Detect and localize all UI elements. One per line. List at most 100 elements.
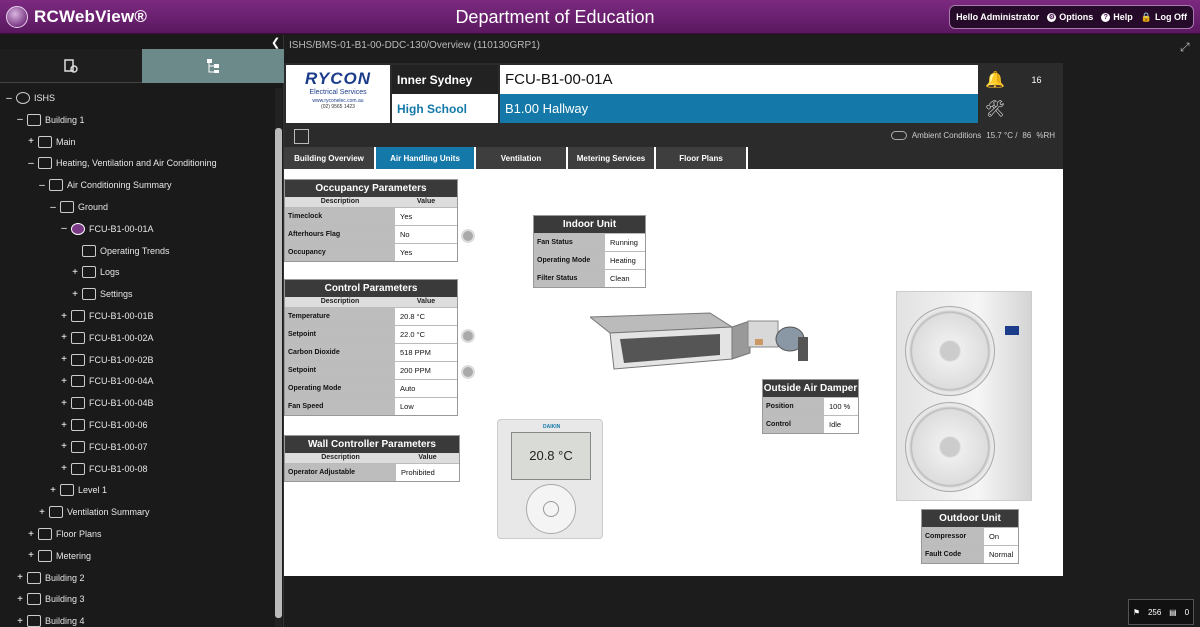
tree-node[interactable]: + FCU-B1-00-01B: [59, 306, 154, 326]
alarm-flag-icon[interactable]: ⚑: [1133, 608, 1140, 617]
parameter-value[interactable]: 518 PPM: [395, 344, 457, 361]
tree-node[interactable]: + Building 4: [15, 611, 85, 627]
co2-setpoint-knob[interactable]: [461, 365, 475, 379]
tree-node[interactable]: + FCU-B1-00-08: [59, 459, 148, 479]
company-subtitle: Electrical Services: [309, 89, 367, 96]
tree-node[interactable]: + FCU-B1-00-06: [59, 415, 148, 435]
tree-node[interactable]: + Metering: [26, 546, 91, 566]
tree-toggle[interactable]: +: [70, 289, 80, 300]
tree-toggle[interactable]: +: [59, 420, 69, 431]
tree-toggle[interactable]: +: [48, 485, 58, 496]
temperature-setpoint-knob[interactable]: [461, 329, 475, 343]
tree-node[interactable]: + FCU-B1-00-07: [59, 437, 148, 457]
parameter-value[interactable]: No: [395, 226, 457, 243]
help-link[interactable]: ? Help: [1101, 12, 1133, 22]
tree-node[interactable]: + FCU-B1-00-02A: [59, 328, 154, 348]
tree-node[interactable]: + Floor Plans: [26, 524, 102, 544]
tree-node[interactable]: + Settings: [70, 284, 133, 304]
controller-enter-button[interactable]: [543, 501, 559, 517]
calendar-icon[interactable]: [294, 129, 309, 144]
fullscreen-icon[interactable]: ⤢: [1180, 40, 1190, 55]
tree-node[interactable]: – Ground: [48, 197, 108, 217]
tree-toggle[interactable]: –: [37, 180, 47, 191]
tree-toggle[interactable]: +: [59, 398, 69, 409]
tree-node[interactable]: + FCU-B1-00-04B: [59, 393, 154, 413]
parameter-value[interactable]: 22.0 °C: [395, 326, 457, 343]
tree-node[interactable]: + Building 2: [15, 568, 85, 588]
wall-controller-image[interactable]: DAIKIN 20.8 °C: [497, 419, 603, 539]
logoff-link[interactable]: 🔒 Log Off: [1141, 12, 1187, 23]
tree-toggle[interactable]: +: [15, 572, 25, 583]
tree-toggle[interactable]: +: [26, 529, 36, 540]
tree-node[interactable]: + FCU-B1-00-04A: [59, 371, 154, 391]
tree-node[interactable]: + Building 3: [15, 589, 85, 609]
parameter-value[interactable]: 100 %: [824, 398, 858, 415]
tree-toggle[interactable]: +: [59, 332, 69, 343]
tree-toggle[interactable]: +: [70, 267, 80, 278]
alarm-bell-icon[interactable]: 🔔: [980, 65, 1010, 94]
parameter-value[interactable]: Clean: [605, 270, 645, 287]
tree-node[interactable]: – Building 1: [15, 110, 85, 130]
tab-building-overview[interactable]: Building Overview: [284, 147, 376, 169]
ambient-label: Ambient Conditions: [911, 131, 982, 140]
tree-toggle[interactable]: –: [26, 158, 36, 169]
tree-node[interactable]: – ISHS: [4, 88, 55, 108]
sidebar-tab-search[interactable]: [0, 49, 142, 83]
options-link[interactable]: ⚙ Options: [1047, 12, 1093, 22]
ambient-humidity-unit: %RH: [1036, 131, 1055, 140]
tree-toggle[interactable]: +: [15, 594, 25, 605]
tree-node[interactable]: – Heating, Ventilation and Air Conditioni…: [26, 153, 217, 173]
tree-toggle[interactable]: +: [26, 550, 36, 561]
tree-toggle[interactable]: +: [15, 616, 25, 627]
collapse-sidebar-button[interactable]: ❮: [271, 36, 280, 49]
parameter-value[interactable]: Yes: [395, 244, 457, 261]
tree-toggle[interactable]: –: [4, 93, 14, 104]
tree-node[interactable]: Operating Trends: [70, 241, 170, 261]
occupancy-override-knob[interactable]: [461, 229, 475, 243]
sidebar-tab-tree[interactable]: [142, 49, 284, 83]
tree-toggle[interactable]: –: [15, 114, 25, 125]
tree-toggle[interactable]: +: [59, 463, 69, 474]
scrollbar-thumb[interactable]: [275, 128, 282, 618]
alarm-count[interactable]: 16: [1012, 65, 1061, 94]
parameter-value[interactable]: Normal: [984, 546, 1018, 563]
tree-toggle[interactable]: –: [48, 202, 58, 213]
parameter-value[interactable]: Heating: [605, 252, 645, 269]
tools-icon[interactable]: 🛠: [980, 94, 1010, 123]
parameter-value[interactable]: Auto: [395, 380, 457, 397]
tab-ventilation[interactable]: Ventilation: [476, 147, 568, 169]
parameter-value[interactable]: On: [984, 528, 1018, 545]
tab-floor-plans[interactable]: Floor Plans: [656, 147, 748, 169]
tree-node[interactable]: + Level 1: [48, 480, 107, 500]
event-total[interactable]: 0: [1185, 608, 1189, 617]
sidebar-scrollbar[interactable]: [275, 88, 282, 627]
tree-toggle[interactable]: +: [37, 507, 47, 518]
tree-toggle[interactable]: +: [59, 376, 69, 387]
table-row: Timeclock Yes: [285, 207, 457, 225]
parameter-label: Filter Status: [534, 270, 605, 287]
tree-node[interactable]: + Main: [26, 132, 76, 152]
event-stack-icon[interactable]: ▤: [1169, 608, 1177, 617]
tree-toggle[interactable]: +: [59, 354, 69, 365]
tree-node[interactable]: + FCU-B1-00-02B: [59, 350, 154, 370]
tree-node-icon: [71, 222, 85, 235]
parameter-value[interactable]: Idle: [824, 416, 858, 433]
tree-node[interactable]: + Logs: [70, 262, 120, 282]
parameter-value[interactable]: Running: [605, 234, 645, 251]
parameter-value[interactable]: Yes: [395, 208, 457, 225]
tree-toggle[interactable]: –: [59, 223, 69, 234]
tree-toggle[interactable]: +: [26, 136, 36, 147]
parameter-value[interactable]: 20.8 °C: [395, 308, 457, 325]
tree-node[interactable]: – Air Conditioning Summary: [37, 175, 172, 195]
tree-toggle[interactable]: +: [59, 441, 69, 452]
tree-node[interactable]: – FCU-B1-00-01A: [59, 219, 154, 239]
parameter-value[interactable]: Prohibited: [396, 464, 459, 481]
tab-air-handling-units[interactable]: Air Handling Units: [376, 147, 476, 169]
parameter-value[interactable]: Low: [395, 398, 457, 415]
tree-node[interactable]: + Ventilation Summary: [37, 502, 150, 522]
tab-metering-services[interactable]: Metering Services: [568, 147, 656, 169]
tree-toggle[interactable]: +: [59, 311, 69, 322]
controller-navigation-pad[interactable]: [526, 484, 576, 534]
alarm-total[interactable]: 256: [1148, 608, 1161, 617]
parameter-value[interactable]: 200 PPM: [395, 362, 457, 379]
